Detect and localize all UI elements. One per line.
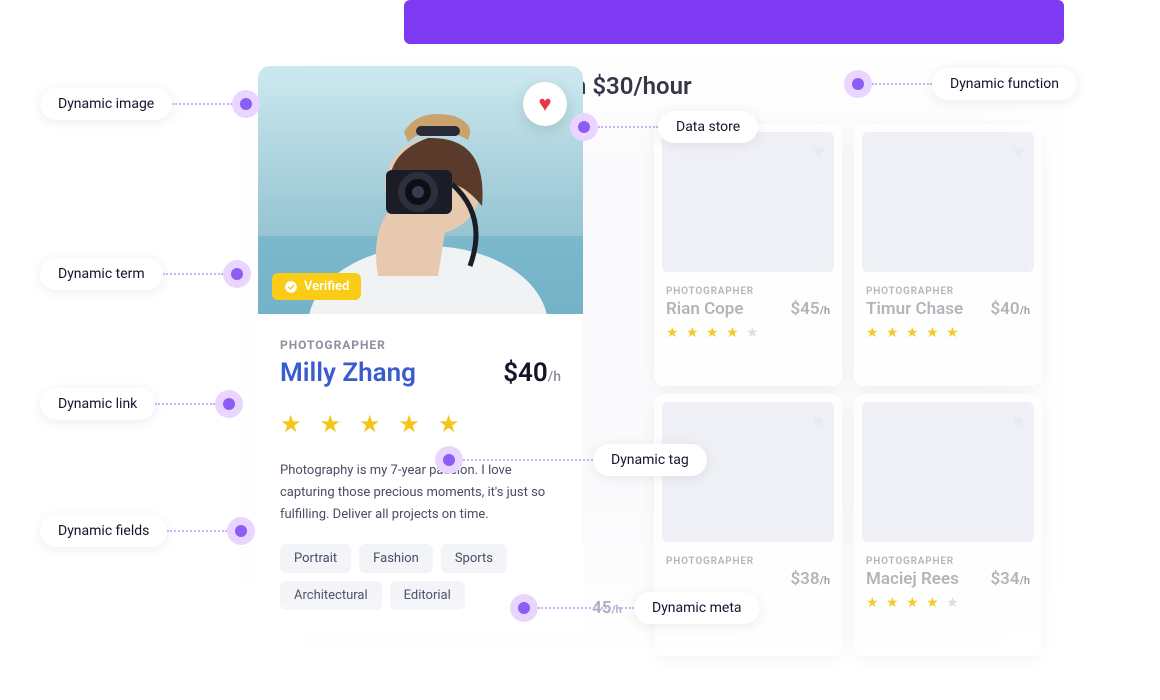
rating-stars: ★ ★ ★ ★ ★ [280, 410, 561, 438]
annotation-label: Dynamic tag [593, 444, 707, 476]
profile-name-link[interactable]: Milly Zhang [280, 358, 416, 388]
heart-icon[interactable]: ♥ [1013, 142, 1024, 163]
dotted-connector [872, 83, 932, 85]
annotation-label: Dynamic function [932, 68, 1077, 100]
heart-icon[interactable]: ♥ [813, 142, 824, 163]
annotation-dynamic-function: Dynamic function [844, 68, 1077, 100]
skill-tag[interactable]: Portrait [280, 544, 351, 573]
dotted-connector [163, 273, 223, 275]
card-image-placeholder: ♥ [862, 402, 1034, 542]
skill-tag[interactable]: Sports [441, 544, 507, 573]
annotation-dynamic-meta: Dynamic meta [510, 592, 760, 624]
role-label: PHOTOGRAPHER [866, 556, 1030, 567]
price: $45/h [790, 299, 830, 319]
price: $40/h [503, 358, 561, 388]
verified-icon [284, 280, 298, 294]
profile-photo: ♥ Verified [258, 66, 583, 314]
dotted-connector [538, 607, 634, 609]
price: $34/h [990, 569, 1030, 589]
annotation-dot [570, 113, 598, 141]
skill-tag[interactable]: Editorial [390, 581, 465, 610]
annotation-dot [227, 517, 255, 545]
annotation-dot [223, 260, 251, 288]
dotted-connector [172, 103, 232, 105]
rating-stars: ★ ★ ★ ★ ★ [666, 325, 830, 341]
annotation-dot [215, 390, 243, 418]
annotation-data-store: Data store [570, 111, 758, 143]
annotation-dot [844, 70, 872, 98]
annotation-label: Dynamic image [40, 88, 172, 120]
annotation-dynamic-tag: Dynamic tag [435, 444, 707, 476]
rating-stars: ★ ★ ★ ★ ★ [866, 595, 1030, 611]
annotation-dot [232, 90, 260, 118]
annotation-label: Data store [658, 111, 758, 143]
skill-tag[interactable]: Architectural [280, 581, 382, 610]
skill-tag[interactable]: Fashion [359, 544, 433, 573]
verified-label: Verified [304, 279, 349, 294]
annotation-label: Dynamic term [40, 258, 163, 290]
annotation-dynamic-term: Dynamic term [40, 258, 251, 290]
profile-card[interactable]: ♥ PHOTOGRAPHER Maciej Rees $34/h ★ ★ ★ ★… [854, 394, 1042, 656]
profile-name[interactable]: Rian Cope [666, 299, 744, 319]
role-label: PHOTOGRAPHER [866, 286, 1030, 297]
dotted-connector [155, 403, 215, 405]
role-label: PHOTOGRAPHER [666, 556, 830, 567]
profile-card-expanded[interactable]: ♥ Verified PHOTOGRAPHER Milly Zhang $40/… [258, 66, 583, 678]
annotation-label: Dynamic link [40, 388, 155, 420]
price: $40/h [990, 299, 1030, 319]
role-label: PHOTOGRAPHER [280, 338, 561, 352]
profile-card[interactable]: ♥ PHOTOGRAPHER Rian Cope $45/h ★ ★ ★ ★ ★ [654, 124, 842, 386]
heart-icon[interactable]: ♥ [1013, 412, 1024, 433]
header-bar [404, 0, 1064, 44]
favorite-button[interactable]: ♥ [523, 82, 567, 126]
dotted-connector [598, 126, 658, 128]
annotation-label: Dynamic meta [634, 592, 760, 624]
annotation-dot [510, 594, 538, 622]
profile-card[interactable]: ♥ PHOTOGRAPHER Timur Chase $40/h ★ ★ ★ ★… [854, 124, 1042, 386]
card-image-placeholder: ♥ [862, 132, 1034, 272]
price: $38/h [790, 569, 830, 589]
annotation-dot [435, 446, 463, 474]
heart-icon[interactable]: ♥ [813, 412, 824, 433]
dotted-connector [167, 530, 227, 532]
annotation-label: Dynamic fields [40, 515, 167, 547]
dotted-connector [463, 459, 593, 461]
verified-badge: Verified [272, 273, 361, 300]
profile-name[interactable]: Maciej Rees [866, 569, 959, 589]
rating-stars: ★ ★ ★ ★ ★ [866, 325, 1030, 341]
annotation-dynamic-image: Dynamic image [40, 88, 260, 120]
annotation-dynamic-fields: Dynamic fields [40, 515, 255, 547]
role-label: PHOTOGRAPHER [666, 286, 830, 297]
card-image-placeholder: ♥ [662, 132, 834, 272]
annotation-dynamic-link: Dynamic link [40, 388, 243, 420]
profile-name[interactable]: Timur Chase [866, 299, 963, 319]
